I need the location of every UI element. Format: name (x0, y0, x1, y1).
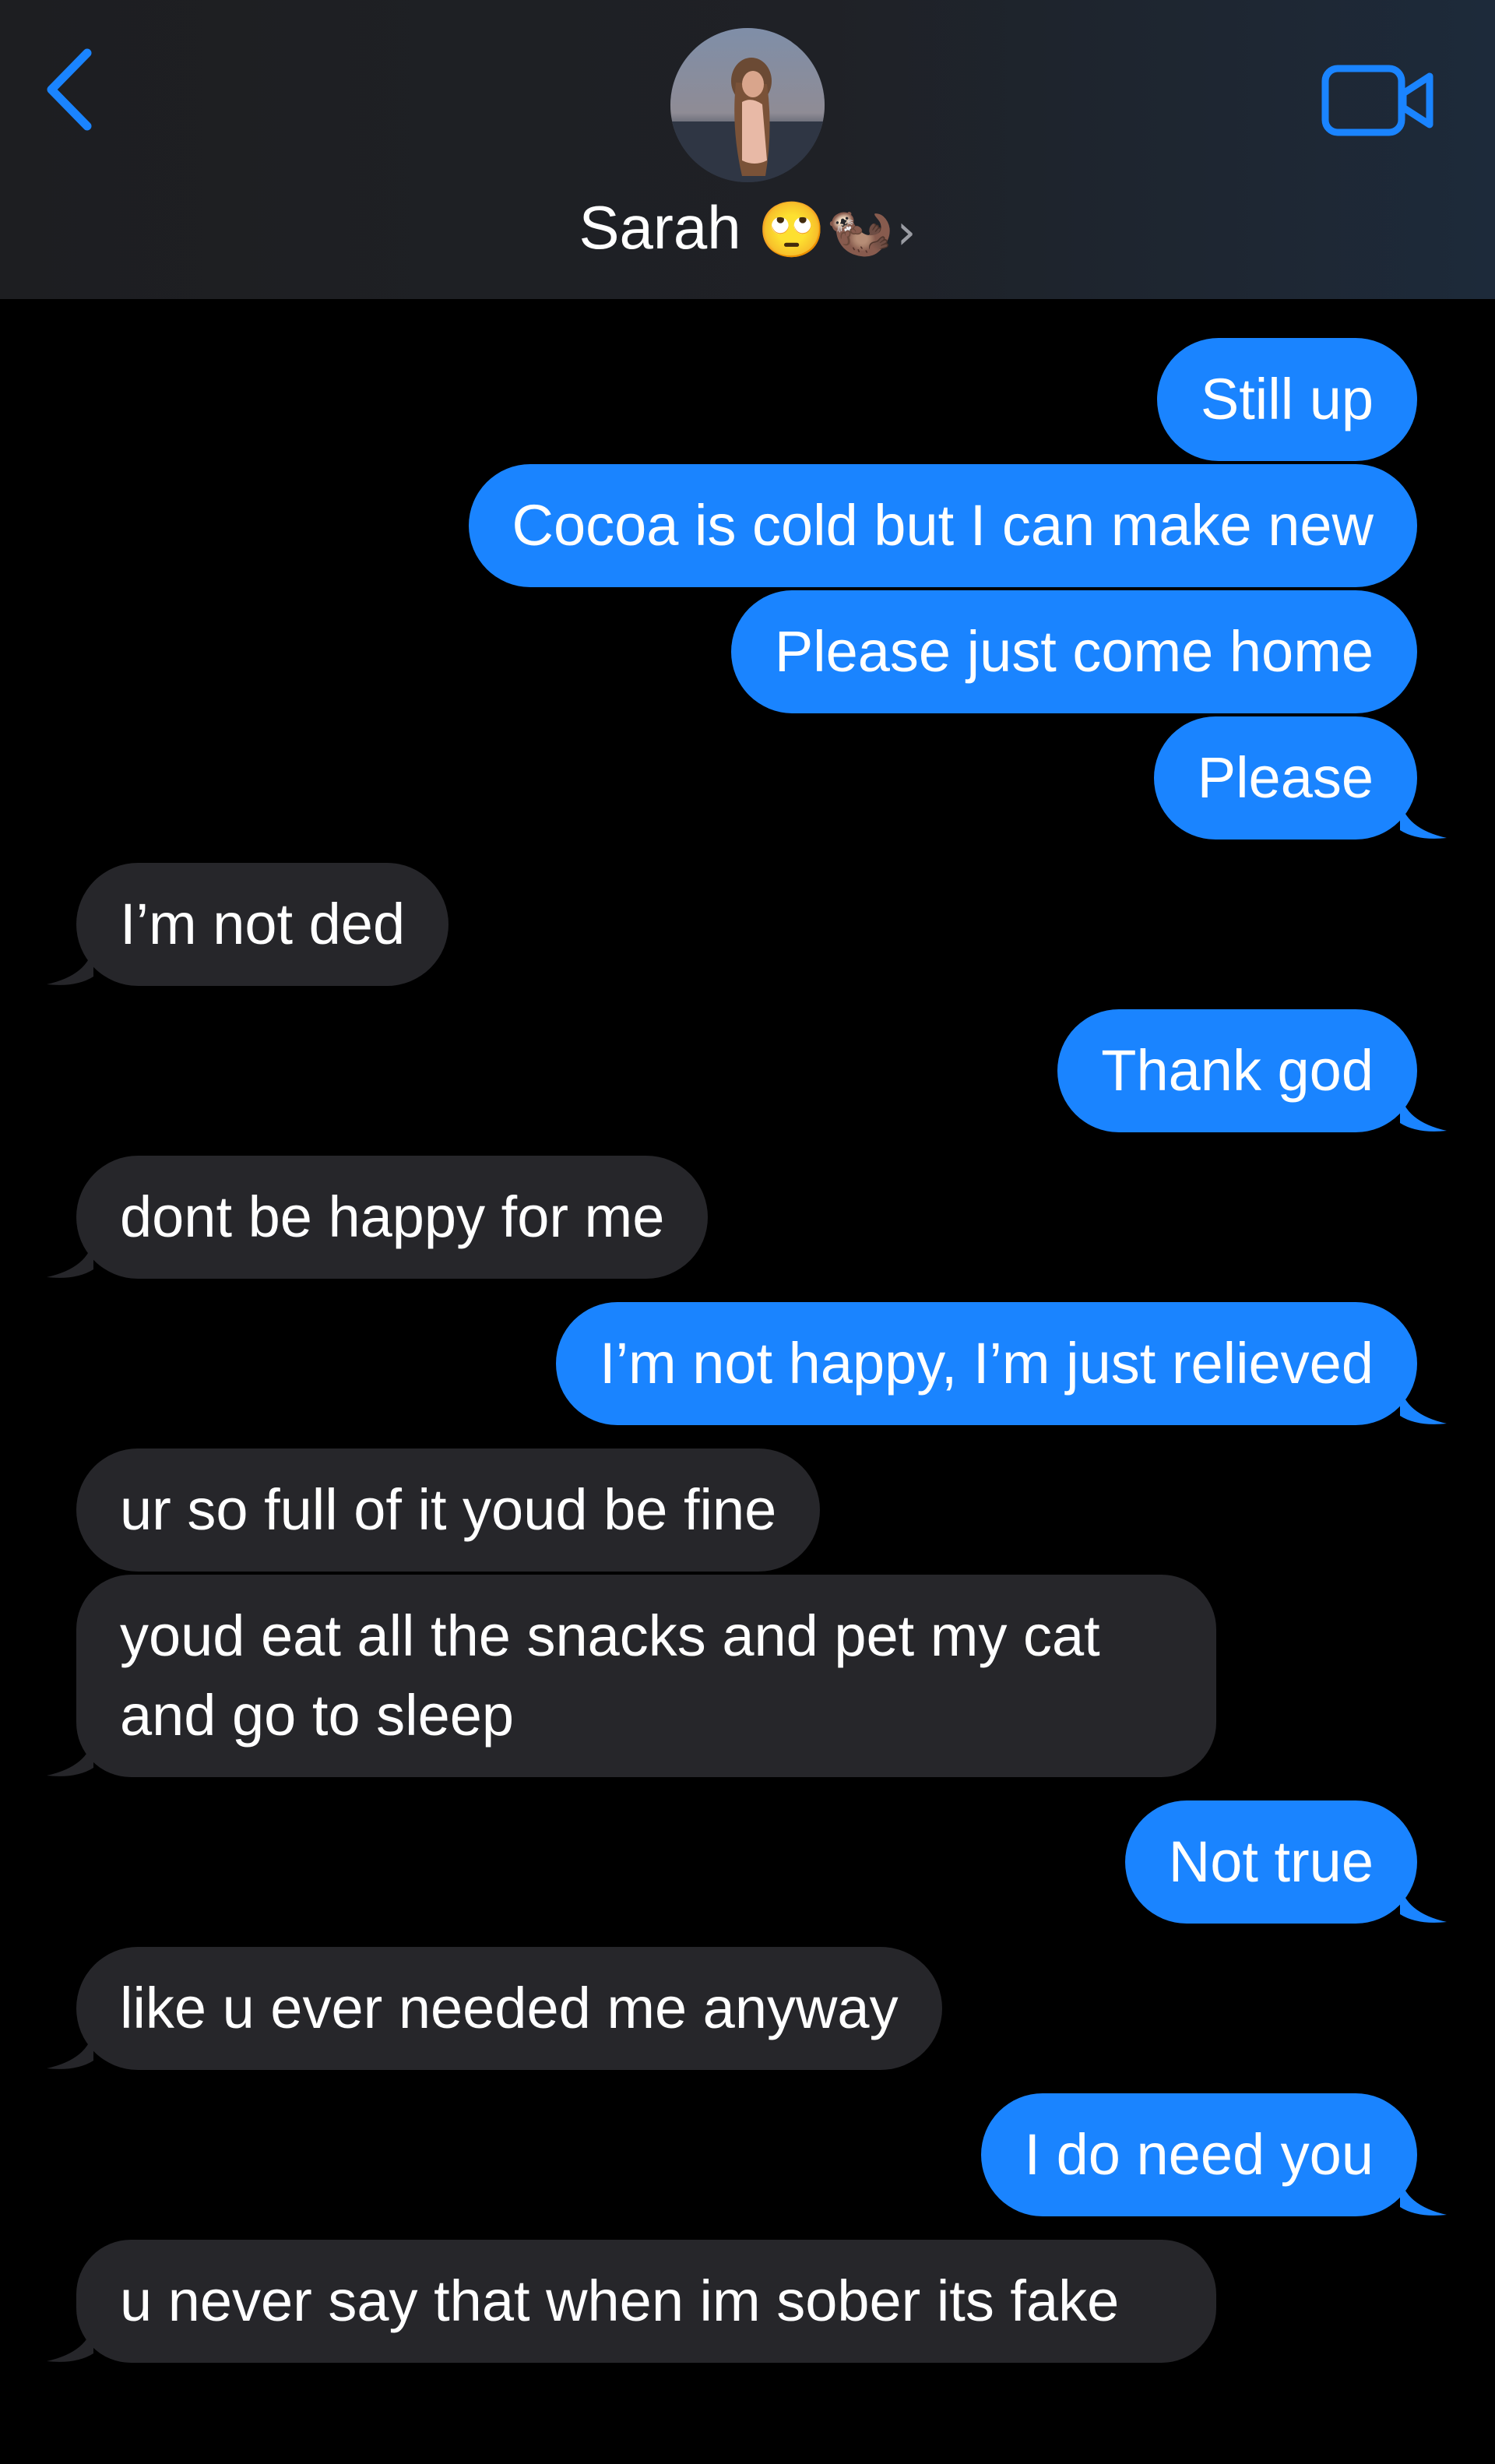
chevron-left-icon (47, 48, 92, 131)
received-message-bubble[interactable]: like u ever needed me anyway (47, 1947, 942, 2070)
message-text: I’m not ded (120, 892, 406, 956)
sent-message-bubble[interactable]: I’m not happy, I’m just relieved (556, 1302, 1447, 1425)
message-text: Still up (1200, 367, 1374, 431)
message-text: Thank god (1101, 1038, 1374, 1103)
message-text: like u ever needed me anyway (120, 1976, 899, 2040)
message-text: dont be happy for me (120, 1184, 665, 1249)
sent-message-bubble[interactable]: Please just come home (730, 590, 1417, 713)
received-message-bubble[interactable]: ur so full of it youd be fine (76, 1448, 821, 1572)
contact-name: Sarah (579, 193, 741, 262)
bubble-tail (1400, 1092, 1447, 1132)
sent-message-bubble[interactable]: Please (1153, 716, 1447, 840)
bubble-tail (47, 1238, 93, 1278)
sent-message-bubble[interactable]: Cocoa is cold but I can make new (468, 464, 1417, 587)
bubble-tail (1400, 1385, 1447, 1424)
message-text: Please just come home (774, 619, 1374, 684)
bubble-tail (1400, 1883, 1447, 1923)
chevron-right-icon: › (896, 203, 916, 260)
message-text: ur so full of it youd be fine (120, 1477, 777, 1542)
avatar-photo (670, 28, 825, 182)
conversation-header: Sarah 🙄🦦› (0, 0, 1495, 299)
sent-message-bubble[interactable]: Still up (1156, 338, 1417, 461)
video-camera-icon (1321, 65, 1433, 136)
bubble-tail (47, 1737, 93, 1776)
message-text: I do need you (1024, 2122, 1374, 2187)
contact-name-button[interactable]: Sarah 🙄🦦› (0, 188, 1495, 271)
sent-message-bubble[interactable]: Not true (1124, 1800, 1447, 1924)
received-message-bubble[interactable]: I’m not ded (47, 863, 449, 986)
facetime-video-button[interactable] (1321, 59, 1437, 145)
contact-emoji: 🙄🦦 (758, 198, 894, 262)
message-text: Cocoa is cold but I can make new (512, 493, 1374, 558)
received-message-bubble[interactable]: dont be happy for me (47, 1156, 709, 1279)
message-text: I’m not happy, I’m just relieved (600, 1331, 1374, 1396)
sent-message-bubble[interactable]: I do need you (980, 2093, 1447, 2216)
message-text: u never say that when im sober its fake (120, 2269, 1120, 2333)
bubble-tail (47, 2029, 93, 2069)
bubble-tail (47, 2322, 93, 2362)
bubble-tail (47, 945, 93, 985)
message-text: Not true (1168, 1829, 1374, 1894)
back-button[interactable] (40, 47, 118, 140)
message-text: Please (1197, 745, 1374, 810)
received-message-bubble[interactable]: u never say that when im sober its fake (47, 2240, 1216, 2363)
message-text: youd eat all the snacks and pet my cat a… (120, 1603, 1100, 1748)
bubble-tail (1400, 2176, 1447, 2216)
bubble-tail (1400, 799, 1447, 839)
received-message-bubble[interactable]: youd eat all the snacks and pet my cat a… (47, 1575, 1216, 1777)
contact-avatar[interactable] (670, 28, 825, 182)
sent-message-bubble[interactable]: Thank god (1057, 1009, 1447, 1132)
